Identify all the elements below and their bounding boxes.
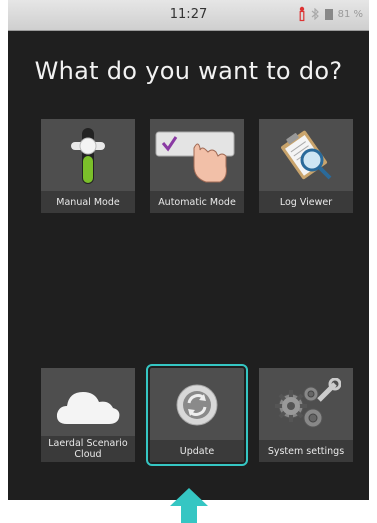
tile-label-line2: Cloud [74,449,102,460]
automatic-mode-tile[interactable]: Automatic Mode [150,119,244,213]
gears-wrench-icon [259,374,353,436]
magnifier-clipboard-icon [259,125,353,187]
slider-icon [41,125,135,187]
page-title: What do you want to do? [34,57,343,85]
manual-mode-tile[interactable]: Manual Mode [41,119,135,213]
tile-label: Update [150,440,244,462]
manikin-icon [299,6,304,22]
tile-label: Automatic Mode [150,191,244,213]
status-icons: 81 % [298,6,363,22]
system-settings-tile[interactable]: System settings [259,368,353,462]
tile-label: System settings [259,440,353,462]
status-bar: 11:27 81 % [8,0,369,31]
main-screen: What do you want to do? Manual Mode Auto… [8,31,369,500]
touch-check-icon [150,125,244,187]
pointer-arrow-icon [170,488,208,523]
sim-icon [324,8,333,20]
refresh-icon [150,374,244,436]
tile-label: Laerdal Scenario Cloud [41,436,135,462]
tile-label-line1: Laerdal Scenario [48,438,128,449]
cloud-icon [41,374,135,436]
tile-label: Log Viewer [259,191,353,213]
log-viewer-tile[interactable]: Log Viewer [259,119,353,213]
laerdal-scenario-cloud-tile[interactable]: Laerdal Scenario Cloud [41,368,135,462]
tile-label: Manual Mode [41,191,135,213]
update-tile[interactable]: Update [146,364,248,466]
bluetooth-icon [311,8,319,20]
battery-level: 81 % [337,8,363,20]
